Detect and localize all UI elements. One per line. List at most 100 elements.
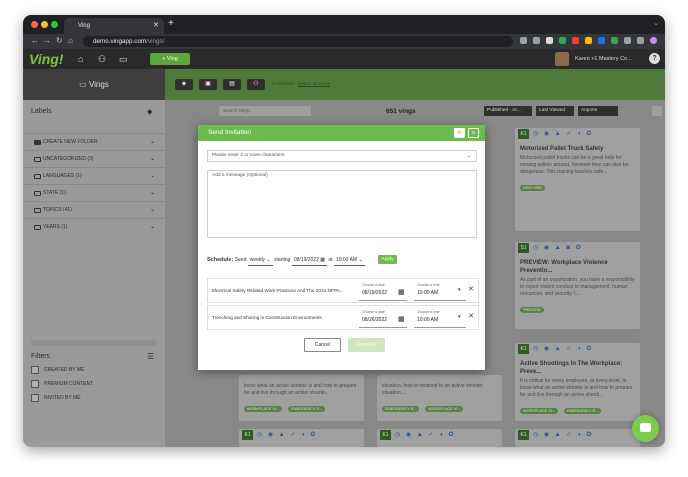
view-toggle[interactable] — [652, 106, 662, 116]
sidebar-scrollbar[interactable] — [31, 340, 156, 346]
remove-row-icon[interactable]: ✕ — [468, 285, 474, 293]
sidebar-item-years[interactable]: YEARS (1) ⌄ — [23, 218, 165, 235]
close-window-icon[interactable] — [31, 21, 38, 28]
tag[interactable]: EMERGENCY R... — [288, 406, 326, 412]
calendar-icon[interactable]: ▦ — [398, 315, 405, 323]
ving-card[interactable]: K1 ◷ ◉ ▲ ✓ ◑ ✪ — [515, 429, 640, 447]
ving-card[interactable]: situation, how to respond to an active s… — [377, 375, 502, 421]
reload-icon[interactable]: ↻ — [56, 36, 63, 46]
cancel-button[interactable]: Cancel — [304, 338, 341, 352]
checkbox[interactable] — [31, 380, 39, 388]
extension-icon[interactable] — [611, 37, 618, 44]
profile-icon[interactable] — [650, 37, 657, 44]
ving-card[interactable]: S1 ◷ ◉ ▲ ◙ ✪ PREVIEW: Workplace Violence … — [515, 242, 640, 329]
tab-list-chevron-icon[interactable]: ⌄ — [653, 19, 659, 27]
new-tab-button[interactable]: + — [168, 18, 174, 30]
card-action-icons[interactable]: ◷ ◉ ▲ ✓ ◑ ✪ — [395, 431, 455, 438]
card-title[interactable]: Motorized Pallet Truck Safety — [515, 141, 640, 155]
ving-logo[interactable]: Ving! — [29, 51, 63, 67]
email-icon[interactable]: ✉ — [454, 128, 465, 138]
extension-icon[interactable] — [585, 37, 592, 44]
tab-close-icon[interactable]: ✕ — [153, 18, 159, 34]
extension-icon[interactable] — [598, 37, 605, 44]
chevron-down-icon[interactable]: ⌄ — [150, 185, 155, 202]
card-action-icons[interactable]: ◷ ◉ ▲ ✓ ◑ ✪ — [533, 130, 593, 137]
card-title[interactable]: PREVIEW: Workplace Violence Preventio... — [515, 255, 640, 277]
card-title[interactable]: Active Shootings In The Workplace: Preve… — [515, 356, 640, 378]
sidebar-item-state[interactable]: STATE (1) ⌄ — [23, 184, 165, 201]
chevron-down-icon[interactable]: ⌄ — [150, 151, 155, 168]
tag[interactable]: PREVIEW — [520, 307, 544, 313]
puzzle-icon[interactable] — [624, 37, 631, 44]
minimize-window-icon[interactable] — [41, 21, 48, 28]
maximize-window-icon[interactable] — [51, 21, 58, 28]
time-picker[interactable]: Choose a time 10:00 AM ▾ — [414, 309, 466, 328]
schedule-button[interactable]: Schedule — [348, 338, 385, 352]
tag[interactable]: NEW HIRE — [520, 185, 545, 191]
chevron-down-icon[interactable]: ⌄ — [150, 219, 155, 236]
archive-icon[interactable]: ▤ — [223, 79, 241, 90]
share-users-icon[interactable]: ⚇ — [247, 79, 265, 90]
extension-icon[interactable] — [572, 37, 579, 44]
card-action-icons[interactable]: ◷ ◉ ▲ ◙ ✪ — [533, 244, 583, 251]
recipients-input[interactable]: Please enter 2 or more characters ⌄ — [207, 150, 477, 162]
card-action-icons[interactable]: ◷ ◉ ▲ ✓ ◑ ✪ — [533, 345, 593, 352]
sidebar-icon[interactable] — [637, 37, 644, 44]
browser-tab[interactable]: Ving ✕ — [64, 18, 164, 34]
sidebar-item-create-folder[interactable]: CREATE NEW FOLDER ⌄ — [23, 133, 165, 150]
remove-row-icon[interactable]: ✕ — [468, 312, 474, 320]
share-icon[interactable] — [520, 37, 527, 44]
frequency-select[interactable]: weekly ⌄ — [247, 255, 273, 266]
help-icon[interactable]: ? — [649, 53, 660, 64]
copy-icon[interactable]: ▣ — [199, 79, 217, 90]
message-textarea[interactable]: Add a message (Optional) — [207, 170, 477, 238]
caret-down-icon[interactable]: ▾ — [458, 314, 461, 320]
home-nav-icon[interactable]: ⌂ — [78, 54, 83, 64]
ving-card[interactable]: K1 ◷ ◉ ▲ ✓ ◑ ✪ — [239, 429, 364, 447]
sidebar-item-languages[interactable]: LANGUAGES (1) ⌄ — [23, 167, 165, 184]
card-action-icons[interactable]: ◷ ◉ ▲ ✓ ◑ ✪ — [533, 431, 593, 438]
filter-invited-by-me[interactable]: INVITED BY ME — [31, 394, 81, 402]
card-action-icons[interactable]: ◷ ◉ ▲ ✓ ◑ ✪ — [257, 431, 317, 438]
tag[interactable]: EMERGENCY R... — [382, 406, 420, 412]
sidebar-item-uncategorized[interactable]: UNCATEGORIZED (3) ⌄ — [23, 150, 165, 167]
back-arrow-icon[interactable]: ← — [31, 36, 39, 46]
forward-arrow-icon[interactable]: → — [43, 36, 51, 46]
ving-card[interactable]: know what an active shooter is and how t… — [239, 375, 364, 421]
chevron-down-icon[interactable]: ⌄ — [150, 168, 155, 185]
home-icon[interactable]: ⌂ — [68, 36, 73, 46]
tag[interactable]: WORKPLACE VI... — [244, 406, 283, 412]
search-input[interactable]: Search vings... — [219, 106, 311, 116]
tag-icon[interactable]: ⬥ — [147, 107, 153, 117]
checkbox[interactable] — [31, 394, 39, 402]
owner-filter-dropdown[interactable]: Anyone — [578, 106, 618, 116]
avatar[interactable] — [555, 52, 569, 66]
chevron-down-icon[interactable]: ⌄ — [467, 151, 471, 161]
people-icon[interactable]: ⚇ — [98, 54, 106, 64]
list-icon[interactable]: ≡ — [468, 128, 479, 138]
tag[interactable]: WORKPLACE VI... — [425, 406, 464, 412]
tag-icon[interactable]: ⬥ — [175, 79, 193, 90]
start-date-field[interactable]: 08/19/2022 ▦ — [291, 255, 327, 266]
bookmark-star-icon[interactable] — [533, 37, 540, 44]
ving-card[interactable]: K1 ◷ ◉ ▲ ✓ ◑ ✪ — [377, 429, 502, 447]
start-time-select[interactable]: 10:00 AM ⌄ — [333, 255, 365, 266]
sort-dropdown[interactable]: Last Viewed — [536, 106, 574, 116]
checkbox[interactable] — [31, 366, 39, 374]
filter-created-by-me[interactable]: CREATED BY ME — [31, 366, 84, 374]
new-ving-button[interactable]: + Ving — [150, 53, 190, 65]
extension-icon[interactable] — [546, 37, 553, 44]
date-picker[interactable]: Choose a date 08/26/2022 ▦ — [359, 309, 407, 328]
time-picker[interactable]: Choose a time 10:00 AM ▾ — [414, 282, 466, 301]
select-all-link[interactable]: Select all vings — [298, 82, 330, 87]
filter-premium-content[interactable]: PREMIUM CONTENT — [31, 380, 93, 388]
chevron-down-icon[interactable]: ⌄ — [150, 202, 155, 219]
caret-down-icon[interactable]: ▾ — [458, 287, 461, 293]
tag[interactable]: EMERGENCY R... — [564, 408, 602, 414]
ving-card[interactable]: K1 ◷ ◉ ▲ ✓ ◑ ✪ Active Shootings In The Wo… — [515, 343, 640, 421]
sidebar-item-topics[interactable]: TOPICS (41) ⌄ — [23, 201, 165, 218]
ving-card[interactable]: K1 ◷ ◉ ▲ ✓ ◑ ✪ Motorized Pallet Truck Saf… — [515, 128, 640, 231]
apply-button[interactable]: Apply — [378, 255, 397, 264]
calendar-icon[interactable]: ▦ — [398, 288, 405, 296]
extension-icon[interactable] — [559, 37, 566, 44]
